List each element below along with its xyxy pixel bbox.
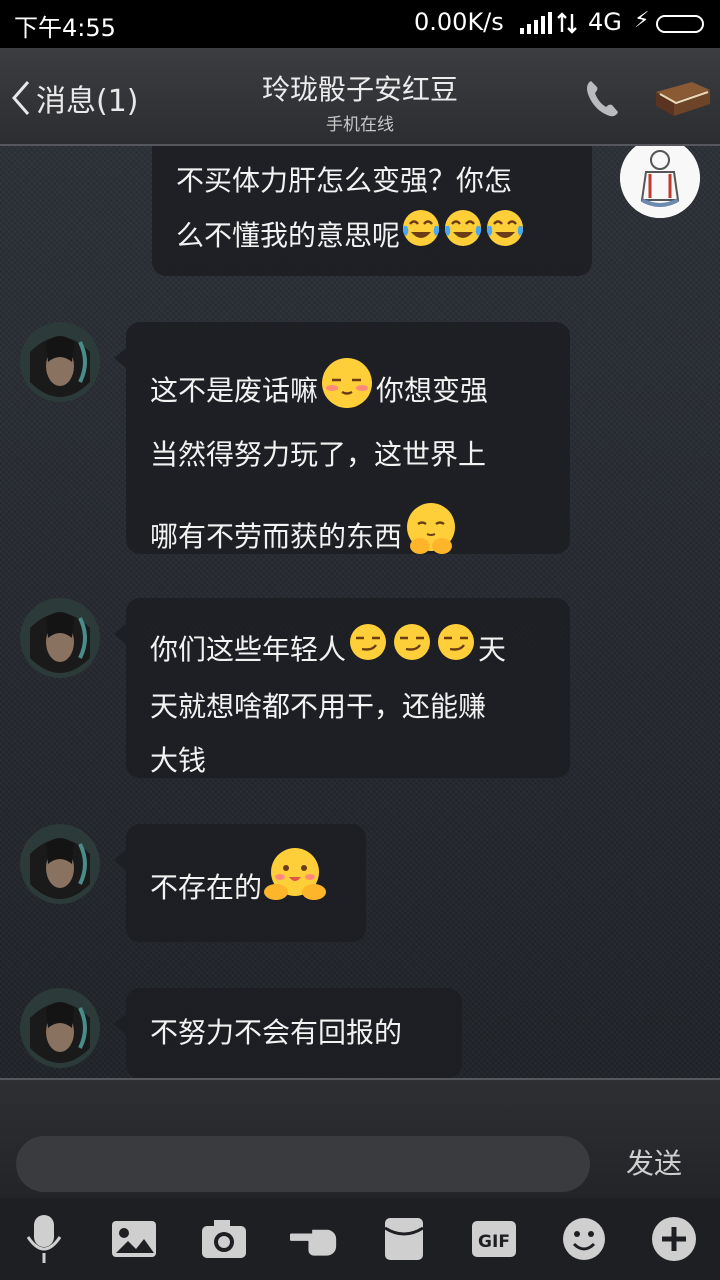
message-line: 天 [478, 633, 507, 666]
message-line: 哪有不劳而获的东西 [150, 520, 403, 553]
message-line: 不存在的 [150, 871, 263, 904]
phone-icon[interactable] [584, 78, 620, 122]
friend-avatar[interactable] [20, 322, 100, 402]
battery-icon [656, 15, 704, 33]
smirk-emoji-icon [434, 622, 478, 680]
message-line: 不努力不会有回报的 [150, 1016, 403, 1049]
message-line: 当然得努力玩了，这世界上 [150, 438, 487, 471]
message-bubble-friend[interactable]: 不存在的 [114, 824, 366, 942]
photo-album-icon[interactable] [110, 1214, 158, 1264]
chat-header: 消息(1) 玲珑骰子安红豆 手机在线 [0, 48, 720, 146]
message-line: 天就想啥都不用干，还能赚 [150, 690, 487, 723]
mic-icon[interactable] [20, 1214, 68, 1264]
smug-blush-emoji-icon [318, 356, 376, 428]
gif-icon[interactable]: GIF [470, 1214, 518, 1264]
status-time: 下午4:55 [14, 14, 116, 42]
chat-toolbar: GIF [0, 1198, 720, 1280]
message-bubble-self[interactable]: 不买体力肝怎么变强？你怎 么不懂我的意思呢 [152, 146, 592, 276]
message-line: 你想变强 [376, 374, 489, 407]
friend-avatar[interactable] [20, 988, 100, 1068]
status-network-speed: 0.00K/s [414, 8, 504, 36]
message-line: 你们这些年轻人 [150, 633, 347, 666]
message-line: 大钱 [150, 744, 207, 777]
camera-icon[interactable] [200, 1214, 248, 1264]
smirk-emoji-icon [346, 622, 390, 680]
message-line: 么不懂我的意思呢 [176, 219, 401, 252]
message-input[interactable] [16, 1136, 590, 1192]
friend-avatar[interactable] [20, 598, 100, 678]
self-avatar[interactable] [620, 146, 700, 218]
charging-icon: ⚡ [634, 8, 650, 33]
signal-icon [520, 12, 580, 38]
tears-of-joy-emoji-icon [400, 208, 442, 266]
emoji-icon[interactable] [560, 1214, 608, 1264]
status-bar: 下午4:55 0.00K/s 4G ⚡ [0, 0, 720, 48]
plus-icon[interactable] [650, 1214, 698, 1264]
message-line: 不买体力肝怎么变强？你怎 [176, 164, 513, 197]
message-line: 这不是废话嘛 [150, 374, 319, 407]
smirk-emoji-icon [390, 622, 434, 680]
send-button[interactable]: 发送 [626, 1142, 682, 1182]
red-packet-icon[interactable] [380, 1214, 428, 1264]
cute-hug-emoji-icon [262, 844, 328, 924]
message-bubble-friend[interactable]: 不努力不会有回报的 [114, 988, 462, 1078]
svg-text:GIF: GIF [478, 1232, 510, 1252]
poke-icon[interactable] [290, 1214, 338, 1264]
sweat-hug-emoji-icon [402, 500, 460, 576]
status-network-type: 4G [588, 8, 622, 36]
input-bar: 发送 [0, 1078, 720, 1200]
message-bubble-friend[interactable]: 这不是废话嘛 你想变强 当然得努力玩了，这世界上 哪有不劳而获的东西 [114, 322, 570, 554]
profile-book-icon[interactable] [652, 78, 714, 122]
friend-avatar[interactable] [20, 824, 100, 904]
tears-of-joy-emoji-icon [484, 208, 526, 266]
chat-messages[interactable]: 不买体力肝怎么变强？你怎 么不懂我的意思呢 这不是废话嘛 你想变强 当然得努力玩了… [0, 146, 720, 1078]
tears-of-joy-emoji-icon [442, 208, 484, 266]
message-bubble-friend[interactable]: 你们这些年轻人 天 天就想啥都不用干，还能赚 大钱 [114, 598, 570, 778]
